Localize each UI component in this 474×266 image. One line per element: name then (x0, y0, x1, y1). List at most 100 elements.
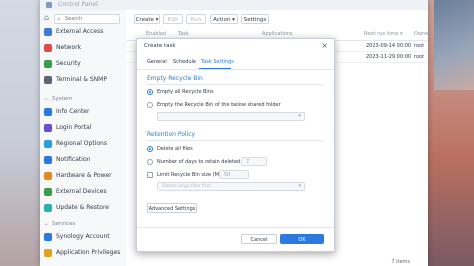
run-button[interactable]: Run (186, 14, 206, 24)
sidebar-item-label: Notification (56, 156, 91, 163)
retain-days-input[interactable]: 7 (241, 157, 267, 166)
cancel-button[interactable]: Cancel (241, 234, 277, 244)
sidebar: ⌂ ⌕ External Access Network Security Ter… (40, 10, 126, 266)
dialog-title: Create task (144, 43, 176, 49)
sidebar-section-label: Services (52, 221, 76, 227)
limit-size-value: 50 (224, 172, 231, 178)
create-task-dialog: Create task × General Schedule Task Sett… (136, 38, 335, 252)
chevron-down-icon: ⌄ (44, 221, 49, 227)
tab-task-settings[interactable]: Task Settings (201, 59, 234, 65)
action-button[interactable]: Action ▾ (210, 14, 238, 24)
sidebar-section-services[interactable]: ⌄ Services (44, 221, 75, 227)
chevron-down-icon: ▾ (298, 183, 301, 189)
radio-retain-days[interactable] (147, 159, 153, 165)
sidebar-item-label: External Devices (56, 188, 107, 195)
update-icon (44, 204, 52, 212)
sidebar-item-regional-options[interactable]: Regional Options (40, 137, 126, 151)
column-header-owner[interactable]: Owner (414, 31, 430, 37)
dialog-footer-divider (137, 227, 334, 228)
column-header-next-run-time[interactable]: Next run time ▾ (364, 31, 403, 37)
external-access-icon (44, 28, 52, 36)
sidebar-section-system[interactable]: ⌄ System (44, 96, 73, 102)
edit-button[interactable]: Edit (163, 14, 183, 24)
next-run-cell: 2023-11-29 00:00 (366, 54, 412, 60)
column-header-applications[interactable]: Applications (262, 31, 293, 37)
sidebar-item-label: Terminal & SNMP (56, 76, 107, 83)
sidebar-item-label: External Access (56, 28, 104, 35)
sidebar-section-label: System (52, 96, 73, 102)
search-box[interactable]: ⌕ (54, 14, 120, 24)
sidebar-item-label: Security (56, 60, 81, 67)
chevron-down-icon: ⌄ (44, 96, 49, 102)
sidebar-item-label: Info Center (56, 108, 90, 115)
radio-delete-all-files-label[interactable]: Delete all files (157, 146, 193, 152)
info-icon (44, 108, 52, 116)
dialog-tabs: General Schedule Task Settings (137, 57, 334, 70)
window-titlebar: Control Panel (40, 0, 428, 10)
sidebar-item-label: Synology Account (56, 233, 110, 240)
home-icon[interactable]: ⌂ (44, 14, 52, 22)
sidebar-item-label: Network (56, 44, 82, 51)
sidebar-item-external-devices[interactable]: External Devices (40, 185, 126, 199)
external-devices-icon (44, 188, 52, 196)
radio-empty-all[interactable] (147, 89, 153, 95)
globe-icon (44, 140, 52, 148)
sidebar-item-terminal-snmp[interactable]: Terminal & SNMP (40, 73, 126, 87)
toolbar: Create ▾ Edit Run Action ▾ Settings (126, 10, 428, 28)
sidebar-item-external-access[interactable]: External Access (40, 25, 126, 39)
sidebar-item-label: Update & Restore (56, 204, 109, 211)
section-divider (147, 140, 324, 141)
terminal-icon (44, 76, 52, 84)
sidebar-item-label: Regional Options (56, 140, 107, 147)
search-icon: ⌕ (57, 15, 61, 23)
checkbox-limit-size-label[interactable]: Limit Recycle Bin size (MB): (157, 172, 226, 178)
delete-rule-value: Delete large files first (162, 184, 211, 189)
radio-empty-shared[interactable] (147, 102, 153, 108)
tab-general[interactable]: General (147, 59, 167, 65)
sidebar-item-security[interactable]: Security (40, 57, 126, 71)
sidebar-item-network[interactable]: Network (40, 41, 126, 55)
control-panel-icon (46, 2, 52, 8)
checkbox-limit-size[interactable] (147, 172, 153, 178)
sidebar-item-hardware-power[interactable]: Hardware & Power (40, 169, 126, 183)
radio-retain-days-label[interactable]: Number of days to retain deleted files: (157, 159, 254, 165)
owner-cell: root (414, 43, 425, 49)
app-privileges-icon (44, 249, 52, 257)
section-empty-recycle-bin: Empty Recycle Bin (147, 75, 203, 82)
owner-cell: root (414, 54, 425, 60)
sidebar-item-update-restore[interactable]: Update & Restore (40, 201, 126, 215)
search-input[interactable] (65, 16, 115, 22)
shared-folder-select[interactable]: ▾ (157, 112, 305, 121)
network-icon (44, 44, 52, 52)
sidebar-item-synology-account[interactable]: Synology Account (40, 230, 126, 244)
sidebar-item-notification[interactable]: Notification (40, 153, 126, 167)
sidebar-item-label: Application Privileges (56, 249, 121, 256)
close-icon[interactable]: × (321, 41, 328, 50)
column-header-task[interactable]: Task (178, 31, 189, 37)
create-button[interactable]: Create ▾ (134, 14, 160, 24)
radio-empty-shared-label[interactable]: Empty the Recycle Bin of the below share… (157, 102, 281, 108)
desktop-background (0, 0, 40, 266)
settings-button[interactable]: Settings (241, 14, 269, 24)
radio-delete-all-files[interactable] (147, 146, 153, 152)
sidebar-item-login-portal[interactable]: Login Portal (40, 121, 126, 135)
sidebar-item-info-center[interactable]: Info Center (40, 105, 126, 119)
advanced-settings-button[interactable]: Advanced Settings (147, 203, 197, 213)
chevron-down-icon: ▾ (298, 113, 301, 119)
sidebar-item-application-privileges[interactable]: Application Privileges (40, 246, 126, 260)
delete-rule-select[interactable]: Delete large files first ▾ (157, 182, 305, 191)
window-title: Control Panel (58, 1, 98, 8)
column-header-enabled[interactable]: Enabled (146, 31, 166, 37)
sidebar-item-label: Login Portal (56, 124, 92, 131)
limit-size-input[interactable]: 50 (219, 170, 249, 179)
power-icon (44, 172, 52, 180)
tab-schedule[interactable]: Schedule (173, 59, 196, 65)
shield-icon (44, 60, 52, 68)
sidebar-item-label: Hardware & Power (56, 172, 112, 179)
radio-empty-all-label[interactable]: Empty all Recycle Bins (157, 89, 214, 95)
section-divider (147, 84, 324, 85)
retain-days-value: 7 (246, 159, 250, 165)
synology-account-icon (44, 233, 52, 241)
ok-button[interactable]: OK (280, 234, 324, 244)
section-retention-policy: Retention Policy (147, 131, 196, 138)
